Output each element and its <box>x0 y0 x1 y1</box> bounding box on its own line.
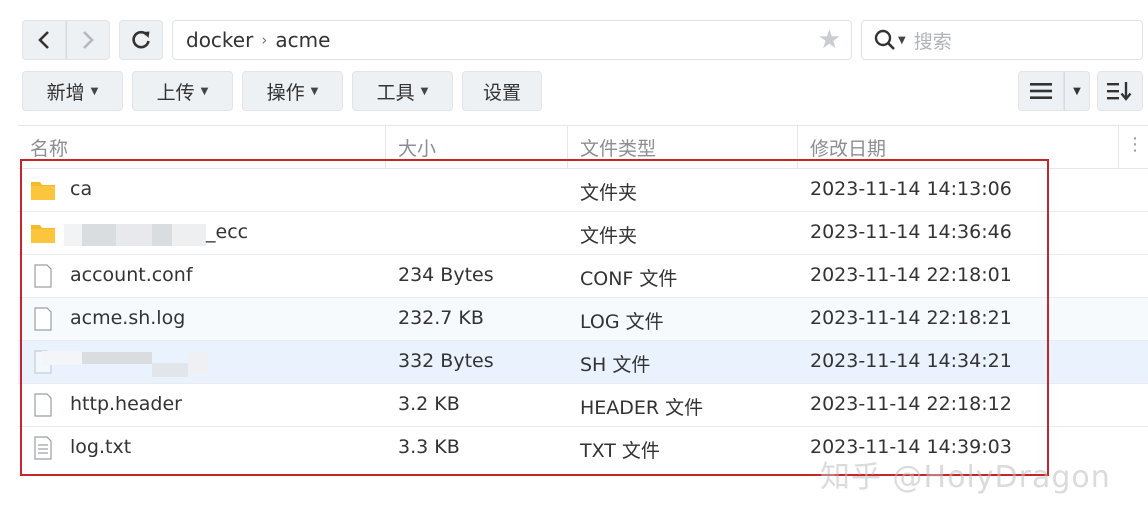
file-name: log.txt <box>70 436 132 458</box>
search-icon <box>874 29 895 50</box>
search-placeholder: 搜索 <box>913 30 952 53</box>
list-view-button[interactable] <box>1018 71 1064 111</box>
file-type: LOG 文件 <box>580 311 664 333</box>
caret-down-icon: ▼ <box>310 85 319 97</box>
file-name: account.conf <box>70 264 193 286</box>
column-header-modified[interactable]: 修改日期 <box>810 134 886 161</box>
file-type: CONF 文件 <box>580 268 678 290</box>
file-modified: 2023-11-14 22:18:21 <box>810 307 1012 329</box>
file-modified: 2023-11-14 14:36:46 <box>810 221 1012 243</box>
caret-down-icon[interactable]: ▼ <box>898 35 906 46</box>
redacted-block <box>42 351 82 365</box>
file-modified: 2023-11-14 22:18:01 <box>810 264 1012 286</box>
table-row[interactable]: account.conf 234 Bytes CONF 文件 2023-11-1… <box>18 255 1148 298</box>
column-header-type[interactable]: 文件类型 <box>580 134 656 161</box>
refresh-button[interactable] <box>119 20 163 60</box>
breadcrumb-segment-docker[interactable]: docker <box>186 28 253 52</box>
action-button[interactable]: 操作 ▼ <box>242 71 343 111</box>
file-type: HEADER 文件 <box>580 397 704 419</box>
caret-down-icon: ▼ <box>1073 85 1081 97</box>
file-grid-header: 名称 大小 文件类型 修改日期 ⋮ <box>18 125 1148 169</box>
table-row[interactable]: acme.sh.log 232.7 KB LOG 文件 2023-11-14 2… <box>18 298 1148 341</box>
create-label: 新增 <box>46 81 85 104</box>
table-row-selected[interactable]: 332 Bytes SH 文件 2023-11-14 14:34:21 <box>18 341 1148 384</box>
column-divider[interactable] <box>1118 126 1119 169</box>
column-divider[interactable] <box>567 126 568 169</box>
file-modified: 2023-11-14 14:34:21 <box>810 350 1012 372</box>
file-size: 332 Bytes <box>398 350 494 372</box>
caret-down-icon: ▼ <box>90 85 99 97</box>
breadcrumb-segment-acme[interactable]: acme <box>275 28 330 52</box>
settings-label: 设置 <box>482 81 521 104</box>
folder-icon <box>31 225 55 243</box>
list-view-icon <box>1030 83 1052 99</box>
table-row[interactable]: http.header 3.2 KB HEADER 文件 2023-11-14 … <box>18 384 1148 427</box>
caret-down-icon: ▼ <box>200 85 209 97</box>
table-row[interactable]: ca 文件夹 2023-11-14 14:13:06 <box>18 169 1148 212</box>
file-type: 文件夹 <box>580 182 638 204</box>
caret-down-icon: ▼ <box>420 85 429 97</box>
chevron-right-icon <box>83 31 94 49</box>
file-type: 文件夹 <box>580 225 638 247</box>
redacted-block <box>116 224 152 246</box>
search-input[interactable]: ▼ 搜索 <box>861 20 1143 60</box>
file-modified: 2023-11-14 14:13:06 <box>810 178 1012 200</box>
file-name: http.header <box>70 393 182 415</box>
file-size: 3.2 KB <box>398 393 460 415</box>
redacted-block <box>172 224 206 246</box>
redacted-block <box>82 224 116 246</box>
redacted-block <box>152 224 172 246</box>
file-icon <box>34 307 52 331</box>
sort-icon <box>1107 82 1132 101</box>
text-file-icon <box>34 436 52 460</box>
column-divider[interactable] <box>385 126 386 169</box>
column-options-icon[interactable]: ⋮ <box>1126 134 1144 155</box>
file-name: acme.sh.log <box>70 307 186 329</box>
redacted-block <box>82 352 152 364</box>
file-icon <box>34 393 52 417</box>
redacted-block <box>64 224 82 246</box>
file-type: SH 文件 <box>580 354 651 376</box>
file-size: 232.7 KB <box>398 307 484 329</box>
refresh-icon <box>132 30 150 49</box>
tools-label: 工具 <box>376 81 415 104</box>
star-icon[interactable]: ★ <box>818 27 841 53</box>
action-label: 操作 <box>266 81 305 104</box>
file-name: ca <box>70 178 93 200</box>
file-modified: 2023-11-14 22:18:12 <box>810 393 1012 415</box>
tools-button[interactable]: 工具 ▼ <box>352 71 453 111</box>
forward-button[interactable] <box>66 20 110 60</box>
file-name: _ecc <box>206 221 249 243</box>
column-header-size[interactable]: 大小 <box>398 134 436 161</box>
folder-icon <box>31 182 55 200</box>
redacted-block <box>188 352 208 374</box>
column-divider[interactable] <box>797 126 798 169</box>
back-button[interactable] <box>22 20 66 60</box>
file-icon <box>34 264 52 288</box>
file-size: 234 Bytes <box>398 264 494 286</box>
file-size: 3.3 KB <box>398 436 460 458</box>
file-type: TXT 文件 <box>580 440 660 462</box>
create-button[interactable]: 新增 ▼ <box>22 71 123 111</box>
column-header-name[interactable]: 名称 <box>30 134 68 161</box>
sort-button[interactable] <box>1097 71 1143 111</box>
view-options-dropdown[interactable]: ▼ <box>1064 71 1090 111</box>
upload-button[interactable]: 上传 ▼ <box>132 71 233 111</box>
breadcrumb[interactable]: docker › acme ★ <box>172 20 852 60</box>
upload-label: 上传 <box>156 81 195 104</box>
chevron-left-icon <box>38 31 49 49</box>
settings-button[interactable]: 设置 <box>462 71 542 111</box>
watermark: 知乎 @HolyDragon <box>820 460 1111 495</box>
breadcrumb-separator: › <box>261 31 268 49</box>
table-row[interactable]: _ecc 文件夹 2023-11-14 14:36:46 <box>18 212 1148 255</box>
redacted-block <box>152 363 188 377</box>
